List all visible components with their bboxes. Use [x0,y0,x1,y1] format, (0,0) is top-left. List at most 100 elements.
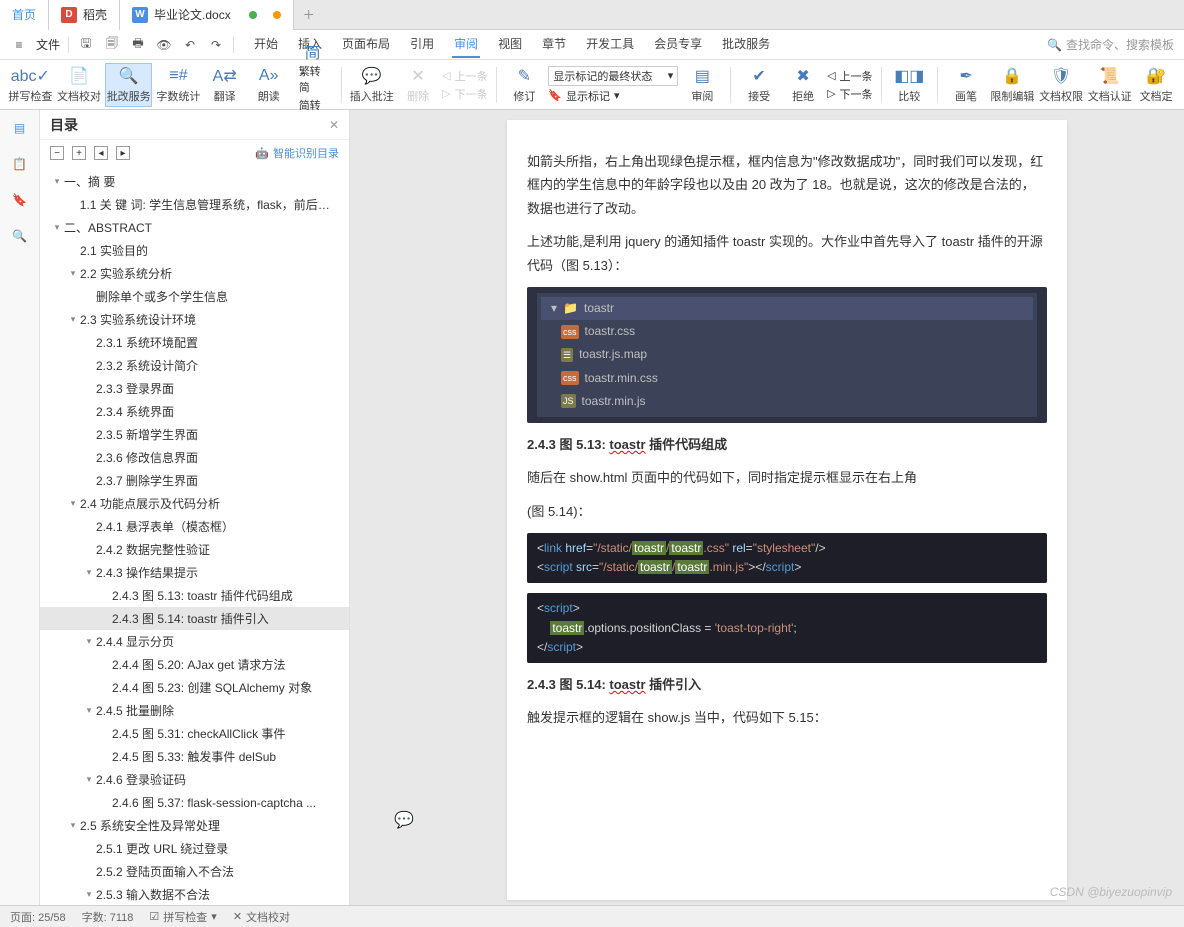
next-comment[interactable]: ▷ 下一条 [442,86,487,102]
outline-item[interactable]: ▾二、ABSTRACT [40,216,349,239]
outline-item[interactable]: ▾2.2 实验系统分析 [40,262,349,285]
clipboard-rail-icon[interactable]: 📋 [10,154,30,174]
doc-proof-button[interactable]: 📄文档校对 [57,64,102,106]
word-count-button[interactable]: ≡#字数统计 [156,64,201,106]
print-preview-icon[interactable]: 👁 [155,36,173,54]
page-comment-icon[interactable]: 💬 [394,810,414,830]
promote-icon[interactable]: ◂ [94,146,108,160]
outline-item[interactable]: ▾2.5 系统安全性及异常处理 [40,814,349,837]
outline-item[interactable]: 2.1 实验目的 [40,239,349,262]
tab-start[interactable]: 开始 [252,31,280,58]
chevron-down-icon[interactable]: ▾ [50,222,64,233]
insert-comment-button[interactable]: 💬插入批注 [349,64,394,106]
chevron-down-icon[interactable]: ▾ [50,176,64,187]
tab-devtools[interactable]: 开发工具 [584,31,636,58]
redo-icon[interactable]: ↷ [207,36,225,54]
outline-rail-icon[interactable]: ▤ [10,118,30,138]
chevron-down-icon[interactable]: ▾ [66,314,80,325]
chevron-down-icon[interactable]: ▾ [82,705,96,716]
outline-item[interactable]: 2.5.2 登陆页面输入不合法 [40,860,349,883]
hamburger-icon[interactable]: ≡ [10,36,28,54]
outline-item[interactable]: 2.3.7 删除学生界面 [40,469,349,492]
doc-permission-button[interactable]: 🛡文档权限 [1039,64,1084,106]
track-changes-button[interactable]: ✎修订 [504,64,544,106]
outline-item[interactable]: 2.4.3 图 5.14: toastr 插件引入 [40,607,349,630]
tab-document[interactable]: W毕业论文.docx [120,0,294,30]
outline-item[interactable]: ▾2.4.4 显示分页 [40,630,349,653]
expand-all-icon[interactable]: + [72,146,86,160]
restrict-edit-button[interactable]: 🔒限制编辑 [990,64,1035,106]
prev-change[interactable]: ◁ 上一条 [827,68,872,84]
chevron-down-icon[interactable]: ▾ [82,889,96,900]
outline-item[interactable]: ▾2.4.6 登录验证码 [40,768,349,791]
spell-status[interactable]: ☑ 拼写检查 ▾ [149,909,216,925]
next-change[interactable]: ▷ 下一条 [827,86,872,102]
outline-item[interactable]: ▾2.5.3 输入数据不合法 [40,883,349,905]
save-as-icon[interactable]: 🗐 [103,36,121,54]
compare-button[interactable]: ◧◨比较 [889,64,929,106]
close-panel-button[interactable]: ✕ [329,118,339,132]
undo-icon[interactable]: ↶ [181,36,199,54]
outline-item[interactable]: ▾2.4 功能点展示及代码分析 [40,492,349,515]
document-area[interactable]: 💬 如箭头所指，右上角出现绿色提示框，框内信息为"修改数据成功"，同时我们可以发… [350,110,1184,905]
print-icon[interactable]: 🖶 [129,36,147,54]
outline-item[interactable]: 2.4.4 图 5.20: AJax get 请求方法 [40,653,349,676]
tab-member[interactable]: 会员专享 [652,31,704,58]
tab-review[interactable]: 审阅 [452,31,480,58]
new-tab-button[interactable]: ＋ [294,6,324,23]
chevron-down-icon[interactable]: ▾ [82,774,96,785]
tab-docker[interactable]: D稻壳 [49,0,120,30]
tab-view[interactable]: 视图 [496,31,524,58]
prev-comment[interactable]: ◁ 上一条 [442,68,487,84]
chevron-down-icon[interactable]: ▾ [82,567,96,578]
chevron-down-icon[interactable]: ▾ [66,820,80,831]
delete-comment-button[interactable]: ✕删除 [398,64,438,106]
search-rail-icon[interactable]: 🔍 [10,226,30,246]
outline-item[interactable]: ▾2.4.5 批量删除 [40,699,349,722]
smart-recognize-button[interactable]: 🤖智能识别目录 [255,145,339,161]
outline-item[interactable]: 2.3.2 系统设计简介 [40,354,349,377]
outline-item[interactable]: 2.4.5 图 5.33: 触发事件 delSub [40,745,349,768]
show-marks-button[interactable]: 🔖 显示标记 ▾ [548,88,678,104]
chevron-down-icon[interactable]: ▾ [82,636,96,647]
outline-item[interactable]: ▾2.3 实验系统设计环境 [40,308,349,331]
reject-button[interactable]: ✖拒绝 [783,64,823,106]
spell-check-button[interactable]: abc✓拼写检查 [8,64,53,106]
outline-item[interactable]: 2.3.3 登录界面 [40,377,349,400]
tab-layout[interactable]: 页面布局 [340,31,392,58]
ink-button[interactable]: ✒画笔 [946,64,986,106]
doc-cert-button[interactable]: 📜文档认证 [1087,64,1132,106]
outline-item[interactable]: 2.4.3 图 5.13: toastr 插件代码组成 [40,584,349,607]
collapse-all-icon[interactable]: − [50,146,64,160]
proof-status[interactable]: ✕ 文档校对 [233,909,290,925]
save-icon[interactable]: 🖫 [77,36,95,54]
outline-item[interactable]: ▾一、摘 要 [40,170,349,193]
outline-item[interactable]: 2.3.6 修改信息界面 [40,446,349,469]
outline-item[interactable]: 2.4.4 图 5.23: 创建 SQLAlchemy 对象 [40,676,349,699]
outline-item[interactable]: 删除单个或多个学生信息 [40,285,349,308]
word-count-indicator[interactable]: 字数: 7118 [82,909,134,925]
tab-home[interactable]: 首页 [0,0,49,30]
batch-service-button[interactable]: 🔍批改服务 [105,63,152,107]
file-menu[interactable]: 文件 [36,36,60,53]
tab-correction[interactable]: 批改服务 [720,31,772,58]
outline-item[interactable]: 2.3.5 新增学生界面 [40,423,349,446]
review-pane-button[interactable]: ▤审阅 [682,64,722,106]
outline-tree[interactable]: ▾一、摘 要1.1 关 键 词: 学生信息管理系统，flask，前后端 ...▾… [40,166,349,905]
page-indicator[interactable]: 页面: 25/58 [10,909,66,925]
accept-button[interactable]: ✔接受 [739,64,779,106]
search-box[interactable]: 🔍 查找命令、搜索模板 [1047,36,1174,53]
bookmark-rail-icon[interactable]: 🔖 [10,190,30,210]
chevron-down-icon[interactable]: ▾ [66,268,80,279]
outline-item[interactable]: 2.4.5 图 5.31: checkAllClick 事件 [40,722,349,745]
tab-chapter[interactable]: 章节 [540,31,568,58]
doc-lock-button[interactable]: 🔐文档定 [1136,64,1176,106]
outline-item[interactable]: 2.3.1 系统环境配置 [40,331,349,354]
outline-item[interactable]: 2.4.6 图 5.37: flask-session-captcha ... [40,791,349,814]
outline-item[interactable]: 1.1 关 键 词: 学生信息管理系统，flask，前后端 ... [40,193,349,216]
demote-icon[interactable]: ▸ [116,146,130,160]
chevron-down-icon[interactable]: ▾ [66,498,80,509]
track-state-select[interactable]: 显示标记的最终状态▾ [548,66,678,86]
outline-item[interactable]: 2.5.1 更改 URL 绕过登录 [40,837,349,860]
outline-item[interactable]: 2.3.4 系统界面 [40,400,349,423]
